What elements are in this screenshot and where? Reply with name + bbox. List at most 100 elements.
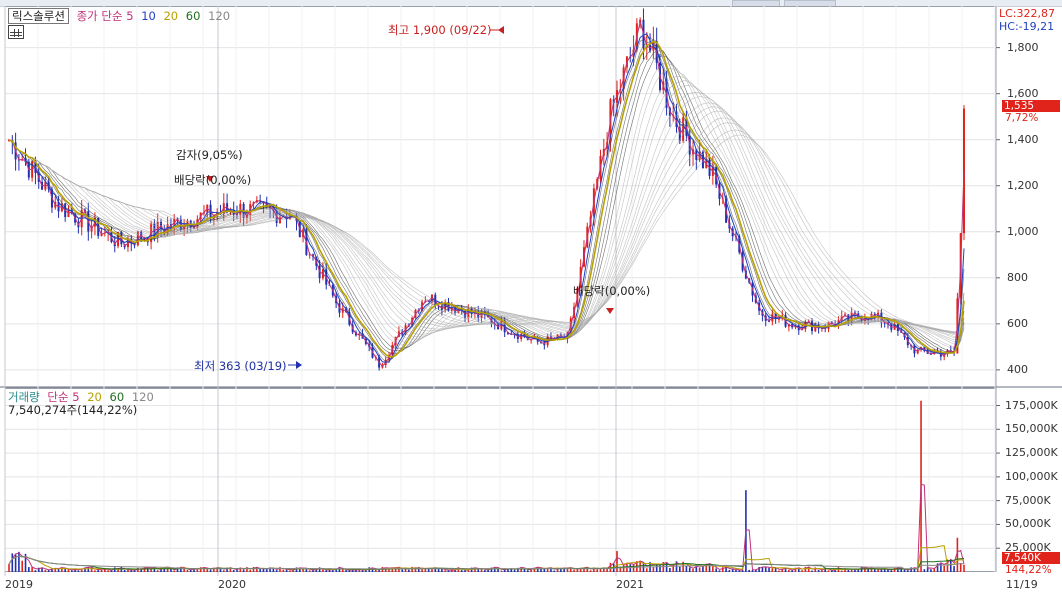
volume-bar (460, 570, 463, 572)
volume-bar (715, 568, 717, 572)
legend-ma10[interactable]: 10 (141, 9, 156, 23)
legend-ma60[interactable]: 60 (186, 9, 201, 23)
volume-bar (173, 570, 176, 572)
volume-bar (77, 570, 80, 572)
volume-bar (560, 569, 562, 572)
volume-bar (804, 566, 807, 572)
stock-name-selector[interactable]: 릭스솔루션 (8, 8, 69, 24)
price-tick-label: 1,200 (1007, 178, 1039, 192)
volume-bar (282, 569, 285, 572)
legend-ma120[interactable]: 120 (208, 9, 230, 23)
price-tick-label: 600 (1007, 316, 1028, 330)
volume-tick-label: 100,000K (1005, 469, 1058, 483)
price-tick-label: 1,000 (1007, 224, 1039, 238)
volume-ma-line (8, 483, 965, 571)
ma-ribbon-line (8, 44, 965, 355)
price-chart[interactable] (0, 6, 1062, 388)
volume-bar (768, 567, 770, 572)
volume-bar (308, 570, 311, 572)
volume-bar (910, 567, 912, 572)
volume-bar (840, 570, 843, 572)
ma-ribbon-line (8, 55, 965, 353)
price-legend: 릭스솔루션 종가 단순 5 10 20 60 120 (8, 8, 230, 24)
volume-bar (209, 569, 212, 572)
volume-bar (11, 553, 14, 572)
x-label-end: 11/19 (1006, 578, 1038, 591)
ma-ribbon-line (8, 67, 965, 348)
volume-bar (774, 567, 777, 572)
volume-bar (421, 569, 423, 572)
volume-bar (249, 569, 252, 572)
ma-ribbon-line (8, 129, 965, 333)
legend-ma5[interactable]: 5 (126, 9, 133, 23)
volume-bar (589, 570, 592, 572)
volume-bar (100, 569, 103, 572)
volume-bar (788, 569, 790, 572)
volume-bar (698, 567, 701, 572)
table-view-icon[interactable] (8, 25, 24, 39)
volume-bar (318, 567, 321, 572)
x-label-2021: 2021 (616, 578, 644, 591)
price-tick-label: 1,800 (1007, 40, 1039, 54)
volume-bar (811, 570, 813, 572)
volume-bar (408, 569, 410, 572)
last-volume-tag: 7,540K (1002, 552, 1060, 564)
ma-ribbon-line (8, 117, 965, 334)
volume-bar (272, 568, 275, 572)
volume-bar (817, 569, 820, 572)
volume-bar (596, 569, 599, 572)
x-label-2019: 2019 (5, 578, 33, 591)
volume-bar (679, 566, 681, 572)
volume-bar (735, 569, 737, 572)
volume-tick-label: 175,000K (1005, 398, 1058, 412)
volume-bar (553, 570, 556, 572)
current-volume-readout: 7,540,274주(144,22%) (8, 403, 138, 417)
volume-bar (645, 568, 648, 572)
volume-bar (279, 567, 281, 572)
volume-bar (748, 569, 751, 572)
volume-bar (907, 570, 909, 572)
ex-dividend-marker-icon (606, 308, 614, 314)
volume-bar (275, 570, 278, 572)
last-volume-ratio: 144,22% (1005, 564, 1052, 576)
hc-readout: HC:-19,21 (999, 20, 1055, 33)
volume-chart[interactable] (0, 388, 1062, 576)
ma-ribbon-line (8, 80, 965, 343)
volume-bar (887, 569, 889, 572)
volume-bar (692, 568, 694, 572)
volume-bar (94, 570, 96, 572)
ma-ribbon-line (8, 85, 965, 341)
volume-bar (606, 569, 608, 572)
volume-bar (222, 570, 225, 572)
volume-bar (778, 570, 780, 572)
volume-bar (688, 567, 691, 572)
ex-dividend-annotation: 배당락(0,00%) (573, 284, 651, 298)
volume-bar (64, 568, 66, 572)
volume-bar (401, 569, 404, 572)
volume-bar (18, 551, 20, 572)
volume-bar (232, 570, 235, 572)
legend-prefix: 종가 단순 (76, 9, 123, 23)
volume-bar (454, 570, 456, 572)
volume-bar (738, 570, 741, 572)
volume-bar (642, 563, 645, 572)
volume-bar (341, 569, 344, 572)
volume-bar (28, 567, 30, 572)
low-annotation: 최저 363 (03/19) (194, 359, 287, 373)
ma-ribbon-line (8, 50, 965, 353)
volume-bar (963, 564, 965, 572)
volume-bar (242, 569, 245, 572)
volume-bar (616, 551, 618, 572)
volume-bar (113, 567, 116, 572)
volume-bar (527, 570, 529, 572)
volume-bar (880, 569, 883, 572)
legend-ma20[interactable]: 20 (163, 9, 178, 23)
volume-bar (322, 569, 324, 572)
volume-bar (156, 570, 159, 572)
volume-bar (669, 567, 671, 572)
volume-bar (44, 569, 47, 572)
price-tick-label: 1,600 (1007, 86, 1039, 100)
volume-bar (890, 570, 893, 572)
volume-bar (8, 564, 10, 572)
ex-dividend-annotation: 배당락(0,00%) (174, 173, 252, 187)
